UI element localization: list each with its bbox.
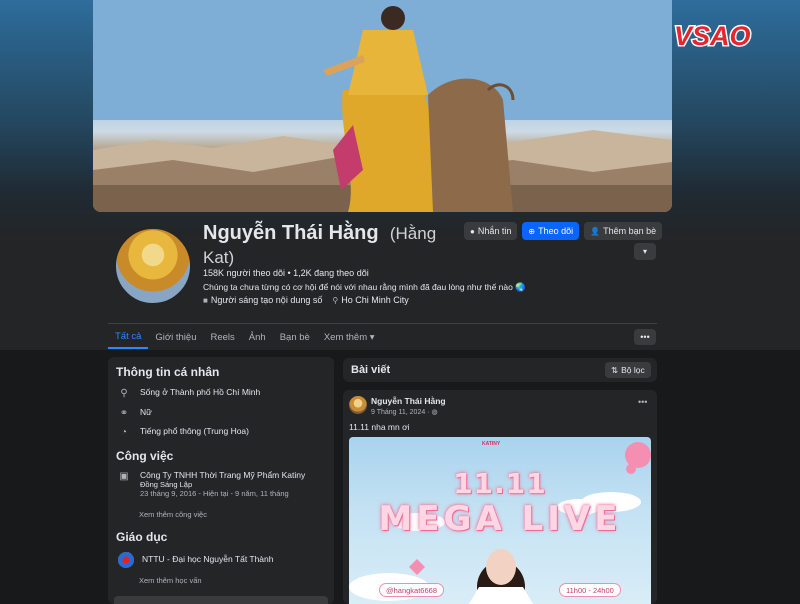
filter-button-label: Bộ lọc (621, 365, 645, 375)
follow-button-label: Theo dõi (538, 226, 574, 236)
intro-card: Thông tin cá nhân ⚲ Sống ở Thành phố Hồ … (108, 357, 334, 604)
svg-text:VSAO: VSAO (674, 21, 751, 51)
creator-tag-label: Người sáng tạo nội dung số (210, 295, 323, 305)
work-section-title: Công việc (116, 449, 174, 463)
work-dates: 23 tháng 9, 2016 - Hiện tại - 9 năm, 11 … (140, 489, 289, 498)
education-school[interactable]: NTTU - Đại học Nguyễn Tất Thành (142, 554, 274, 564)
messenger-icon: ● (470, 226, 475, 236)
info-lives-in: ⚲ Sống ở Thành phố Hồ Chí Minh (118, 387, 260, 399)
tab-about[interactable]: Giới thiệu (148, 325, 203, 349)
post-card: Nguyễn Thái Hằng 9 Tháng 11, 2024 · ◍ ••… (343, 390, 657, 604)
post-image[interactable]: KATINY 11.11 MEGA LIVE @hangkat6668 11h0… (349, 437, 651, 604)
more-options-chevron-button[interactable]: ▾ (634, 243, 656, 260)
location-pin-icon: ⚲ (332, 296, 339, 305)
tab-reels[interactable]: Reels (204, 325, 242, 349)
profile-name-block: Nguyễn Thái Hằng (Hằng Kat) (203, 221, 453, 270)
profile-avatar[interactable] (113, 226, 193, 306)
posts-header-card: Bài viết ⇅ Bộ lọc (343, 358, 657, 382)
tab-more[interactable]: Xem thêm ▾ (317, 325, 382, 349)
follower-counts[interactable]: 158K người theo dõi • 1,2K đang theo dõi (203, 268, 369, 278)
chevron-down-icon: ▾ (642, 247, 647, 256)
location-tag: ⚲ Ho Chi Minh City (332, 295, 408, 305)
creator-tag: ■ Người sáng tạo nội dung số (203, 295, 322, 305)
vsao-logo: VSAO VSAO (673, 20, 753, 53)
briefcase-icon: ▣ (119, 470, 129, 482)
location-pin-icon: ⚲ (120, 387, 128, 399)
intro-title: Thông tin cá nhân (116, 365, 220, 379)
tab-friends[interactable]: Bạn bè (273, 325, 317, 349)
profile-tags: ■ Người sáng tạo nội dung số ⚲ Ho Chi Minh… (203, 295, 409, 305)
school-logo-icon (118, 552, 134, 568)
intro-edit-button[interactable] (114, 596, 328, 604)
work-entry: ▣ Công Ty TNHH Thời Trang Mỹ Phẩm Katiny… (118, 470, 305, 498)
poster-title-live: MEGA LIVE (378, 499, 622, 539)
post-date-text: 9 Tháng 11, 2024 · (371, 409, 432, 416)
add-friend-button-label: Thêm bạn bè (603, 226, 657, 236)
filter-icon: ⇅ (611, 364, 619, 375)
ellipsis-icon: ••• (640, 332, 650, 342)
work-company[interactable]: Công Ty TNHH Thời Trang Mỹ Phẩm Katiny (140, 470, 305, 480)
info-lives-in-text[interactable]: Sống ở Thành phố Hồ Chí Minh (140, 387, 260, 397)
post-menu-button[interactable]: ••• (638, 397, 647, 407)
add-friend-button[interactable]: 👤 Thêm bạn bè (584, 222, 663, 240)
education-entry: NTTU - Đại học Nguyễn Tất Thành (118, 552, 274, 568)
profile-name: Nguyễn Thái Hằng (203, 222, 379, 244)
filter-button[interactable]: ⇅ Bộ lọc (605, 362, 651, 378)
profile-alias: (Hằng (389, 224, 437, 243)
tabs-more-button[interactable]: ••• (634, 329, 656, 345)
profile-actions: ● Nhắn tin ⊕ Theo dõi 👤 Thêm bạn bè (464, 222, 663, 240)
info-language-text: Tiếng phổ thông (Trung Hoa) (140, 426, 249, 436)
info-gender: ⚭ Nữ (118, 407, 152, 419)
profile-tabs: Tất cả Giới thiệu Reels Ảnh Bạn bè Xem t… (108, 325, 382, 351)
language-icon: ◔ (120, 426, 128, 438)
post-author-name[interactable]: Nguyễn Thái Hằng (371, 396, 446, 406)
poster-handle-pill: @hangkat6668 (379, 583, 444, 597)
cover-photo[interactable] (93, 0, 672, 212)
post-author-avatar[interactable] (349, 396, 367, 414)
info-gender-text: Nữ (140, 407, 152, 417)
page-icon: ■ (203, 296, 208, 305)
profile-bio: Chúng ta chưa từng có cơ hội để nói với … (203, 282, 526, 292)
message-button-label: Nhắn tin (477, 226, 512, 236)
posts-title: Bài viết (351, 364, 391, 376)
tab-photos[interactable]: Ảnh (242, 325, 273, 349)
tab-all[interactable]: Tất cả (108, 325, 149, 349)
poster-brand: KATINY (482, 441, 501, 447)
add-friend-icon: 👤 (590, 226, 601, 236)
info-language: ◔ Tiếng phổ thông (Trung Hoa) (118, 426, 249, 438)
work-role: Đồng Sáng Lập (140, 480, 193, 489)
post-date[interactable]: 9 Tháng 11, 2024 · ◍ (371, 408, 438, 416)
education-section-title: Giáo dục (116, 530, 168, 544)
gender-icon: ⚭ (119, 407, 129, 419)
follow-icon: ⊕ (528, 226, 536, 236)
poster-time-pill: 11h00 - 24h00 (559, 583, 621, 597)
globe-icon: ◍ (431, 409, 438, 416)
location-tag-label: Ho Chi Minh City (341, 295, 409, 305)
see-more-education-link[interactable]: Xem thêm học vấn (139, 576, 202, 585)
tabs-divider (108, 323, 657, 324)
poster-title-date: 11.11 (453, 467, 547, 500)
message-button[interactable]: ● Nhắn tin (464, 222, 518, 240)
profile-alias-cont: Kat) (203, 248, 235, 267)
follow-button[interactable]: ⊕ Theo dõi (522, 222, 580, 240)
post-text: 11.11 nha mn ơi (349, 422, 410, 432)
see-more-work-link[interactable]: Xem thêm công việc (139, 510, 207, 519)
